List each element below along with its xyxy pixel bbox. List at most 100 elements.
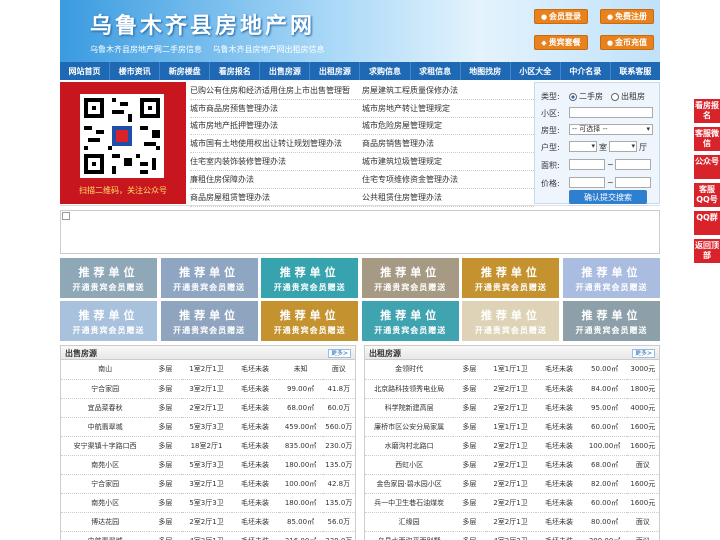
recommend-unit-slot[interactable]: 推荐单位 开通贵宾会员赠送 — [462, 301, 560, 341]
login-button[interactable]: ● 会员登录 — [534, 9, 588, 24]
policy-link[interactable]: 城市房地产转让管理规定 — [362, 103, 534, 114]
vip-package-button[interactable]: ◆ 贵宾套餐 — [534, 35, 588, 50]
policy-link[interactable]: 住宅专项维修资金管理办法 — [362, 174, 534, 185]
table-row[interactable]: 科学院新建高层 多层 2室2厅1卫 毛坯未装 95.00㎡ 4000元 — [365, 398, 659, 418]
recommend-unit-slot[interactable]: 推荐单位 开通贵宾会员赠送 — [160, 301, 258, 341]
table-cell[interactable]: 金色家园·碧水园小区 — [365, 474, 454, 494]
nav-item[interactable]: 求购信息 — [360, 62, 411, 80]
table-cell[interactable]: 南苑小区 — [61, 493, 150, 513]
recommend-unit-slot[interactable]: 推荐单位 开通贵宾会员赠送 — [60, 258, 157, 298]
table-row[interactable]: 南苑小区 多层 5室3厅3卫 毛坯未装 180.00㎡ 135.0万 — [61, 493, 355, 513]
table-row[interactable]: 廉桥市区公安分局家属 多层 1室1厅1卫 毛坯未装 60.00㎡ 1600元 — [365, 417, 659, 437]
recommend-unit-slot[interactable]: 推荐单位 开通贵宾会员赠送 — [60, 301, 157, 341]
table-cell[interactable]: 宁合家园 — [61, 379, 150, 399]
table-row[interactable]: 安宁渠镇十字路口西 多层 18室2厅1 毛坯未装 835.00㎡ 230.0万 — [61, 436, 355, 456]
table-row[interactable]: 汇缘园 多层 2室2厅1卫 毛坯未装 80.00㎡ 面议 — [365, 512, 659, 532]
community-input[interactable] — [569, 107, 653, 118]
side-float-item[interactable]: 公众号 — [694, 155, 720, 179]
policy-link[interactable]: 城市危险房屋管理规定 — [362, 120, 534, 131]
room-select[interactable]: ▾ — [569, 141, 597, 152]
table-cell[interactable]: 安宁渠镇十字路口西 — [61, 436, 150, 456]
sale-more-link[interactable]: 更多> — [327, 349, 351, 358]
table-cell[interactable]: 南苑小区 — [61, 455, 150, 475]
table-cell[interactable]: 廉桥市区公安分局家属 — [365, 417, 454, 437]
nav-item[interactable]: 看房报名 — [210, 62, 261, 80]
recharge-button[interactable]: ● 金币充值 — [600, 35, 654, 50]
radio-sale[interactable]: 二手房 — [569, 91, 603, 102]
table-cell[interactable]: 西虹小区 — [365, 455, 454, 475]
policy-link[interactable]: 已购公有住房和经济适用住房上市出售管理暂 — [190, 85, 362, 96]
recommend-unit-slot[interactable]: 推荐单位 开通贵宾会员赠送 — [562, 301, 660, 341]
nav-item[interactable]: 楼市资讯 — [110, 62, 161, 80]
policy-link[interactable]: 城市房地产抵押管理办法 — [190, 120, 362, 131]
nav-item[interactable]: 联系客服 — [611, 62, 660, 80]
policy-link[interactable]: 廉租住房保障办法 — [190, 174, 362, 185]
table-cell[interactable]: 金领时代 — [365, 360, 454, 380]
table-row[interactable]: 金领时代 多层 1室1厅1卫 毛坯未装 50.00㎡ 3000元 — [365, 360, 659, 380]
side-float-item[interactable]: 客服QQ号 — [694, 183, 720, 207]
nav-item[interactable]: 地图找房 — [461, 62, 511, 80]
side-float-item[interactable]: 返回顶部 — [694, 239, 720, 263]
recommend-unit-slot[interactable]: 推荐单位 开通贵宾会员赠送 — [160, 258, 258, 298]
hall-select[interactable]: ▾ — [609, 141, 637, 152]
table-row[interactable]: 中航翡翠城 多层 5室3厅3卫 毛坯未装 459.00㎡ 560.0万 — [61, 417, 355, 437]
side-float-item[interactable]: 客服微信 — [694, 127, 720, 151]
recommend-unit-slot[interactable]: 推荐单位 开通贵宾会员赠送 — [562, 258, 660, 298]
recommend-unit-slot[interactable]: 推荐单位 开通贵宾会员赠送 — [361, 258, 459, 298]
site-title[interactable]: 乌鲁木齐县房地产网 — [90, 8, 315, 40]
nav-item[interactable]: 小区大全 — [511, 62, 561, 80]
table-row[interactable]: 宜品菜春秋 多层 2室2厅1卫 毛坯未装 68.00㎡ 60.0万 — [61, 398, 355, 418]
policy-link[interactable]: 商品房销售管理办法 — [362, 138, 534, 149]
table-cell[interactable]: 乌县水西沟平西别墅 — [365, 531, 454, 540]
nav-item[interactable]: 求租信息 — [411, 62, 461, 80]
table-row[interactable]: 南山 多层 1室2厅1卫 毛坯未装 未知 面议 — [61, 360, 355, 380]
table-cell[interactable]: 科学院新建高层 — [365, 398, 454, 418]
table-cell[interactable]: 水磨沟村北路口 — [365, 436, 454, 456]
table-row[interactable]: 南苑小区 多层 5室3厅3卫 毛坯未装 180.00㎡ 135.0万 — [61, 455, 355, 475]
recommend-unit-slot[interactable]: 推荐单位 开通贵宾会员赠送 — [261, 258, 359, 298]
ad-banner[interactable] — [60, 210, 660, 254]
policy-link[interactable]: 房屋建筑工程质量保修办法 — [362, 85, 534, 96]
nav-item[interactable]: 出租房源 — [310, 62, 361, 80]
search-submit-button[interactable]: 确认提交搜索 — [569, 190, 647, 204]
house-type-select[interactable]: -- 可选择 -- ▾ — [569, 124, 653, 135]
table-row[interactable]: 水磨沟村北路口 多层 2室2厅1卫 毛坯未装 100.00㎡ 1600元 — [365, 436, 659, 456]
recommend-unit-slot[interactable]: 推荐单位 开通贵宾会员赠送 — [462, 258, 560, 298]
policy-link[interactable]: 城市商品房预售管理办法 — [190, 103, 362, 114]
policy-link[interactable]: 城市国有土地使用权出让转让规划管理办法 — [190, 138, 362, 149]
price-min-input[interactable] — [569, 177, 605, 188]
radio-rent[interactable]: 出租房 — [611, 91, 645, 102]
area-max-input[interactable] — [615, 159, 651, 170]
table-cell[interactable]: 中航翡翠城 — [61, 417, 150, 437]
area-min-input[interactable] — [569, 159, 605, 170]
table-row[interactable]: 北京路科技领秀电业局 多层 2室2厅1卫 毛坯未装 84.00㎡ 1800元 — [365, 379, 659, 399]
table-row[interactable]: 乌县水西沟平西别墅多层4室2厅2卫毛坯未装200.00㎡面议 — [365, 531, 659, 540]
table-cell[interactable]: 博达花园 — [61, 512, 150, 532]
policy-link[interactable]: 公共租赁住房管理办法 — [362, 192, 534, 203]
price-max-input[interactable] — [615, 177, 651, 188]
recommend-unit-slot[interactable]: 推荐单位 开通贵宾会员赠送 — [261, 301, 359, 341]
table-cell[interactable]: 汇缘园 — [365, 512, 454, 532]
table-cell[interactable]: 南山 — [61, 360, 150, 380]
table-row[interactable]: 宁合家园 多层 3室2厅1卫 毛坯未装 99.00㎡ 41.8万 — [61, 379, 355, 399]
table-cell[interactable]: 兵一中卫生巷石油煤炭 — [365, 493, 454, 513]
table-row[interactable]: 博达花园 多层 2室2厅1卫 毛坯未装 85.00㎡ 56.0万 — [61, 512, 355, 532]
table-cell[interactable]: 北京路科技领秀电业局 — [365, 379, 454, 399]
table-row[interactable]: 西虹小区 多层 2室2厅1卫 毛坯未装 68.00㎡ 面议 — [365, 455, 659, 475]
nav-item[interactable]: 出售房源 — [260, 62, 311, 80]
table-cell[interactable]: 中航翡翠城 — [61, 531, 150, 540]
side-float-item[interactable]: QQ群 — [694, 211, 720, 235]
policy-link[interactable]: 商品房屋租赁管理办法 — [190, 192, 362, 203]
policy-link[interactable]: 城市建筑垃圾管理规定 — [362, 156, 534, 167]
register-button[interactable]: ● 免费注册 — [600, 9, 654, 24]
nav-item[interactable]: 网站首页 — [60, 62, 111, 80]
table-row[interactable]: 金色家园·碧水园小区 多层 2室2厅1卫 毛坯未装 82.00㎡ 1600元 — [365, 474, 659, 494]
table-cell[interactable]: 宜品菜春秋 — [61, 398, 150, 418]
recommend-unit-slot[interactable]: 推荐单位 开通贵宾会员赠送 — [361, 301, 459, 341]
policy-link[interactable]: 住宅室内装饰装修管理办法 — [190, 156, 362, 167]
table-cell[interactable]: 宁合家园 — [61, 474, 150, 494]
nav-item[interactable]: 中介名录 — [561, 62, 611, 80]
table-row[interactable]: 宁合家园 多层 3室2厅1卫 毛坯未装 100.00㎡ 42.8万 — [61, 474, 355, 494]
subtitle-sale[interactable]: 乌鲁木齐县房地产网二手房信息 — [90, 45, 202, 54]
table-row[interactable]: 中航翡翠城多层4室3厅1卫毛坯未装216.00㎡239.0万 — [61, 531, 355, 540]
